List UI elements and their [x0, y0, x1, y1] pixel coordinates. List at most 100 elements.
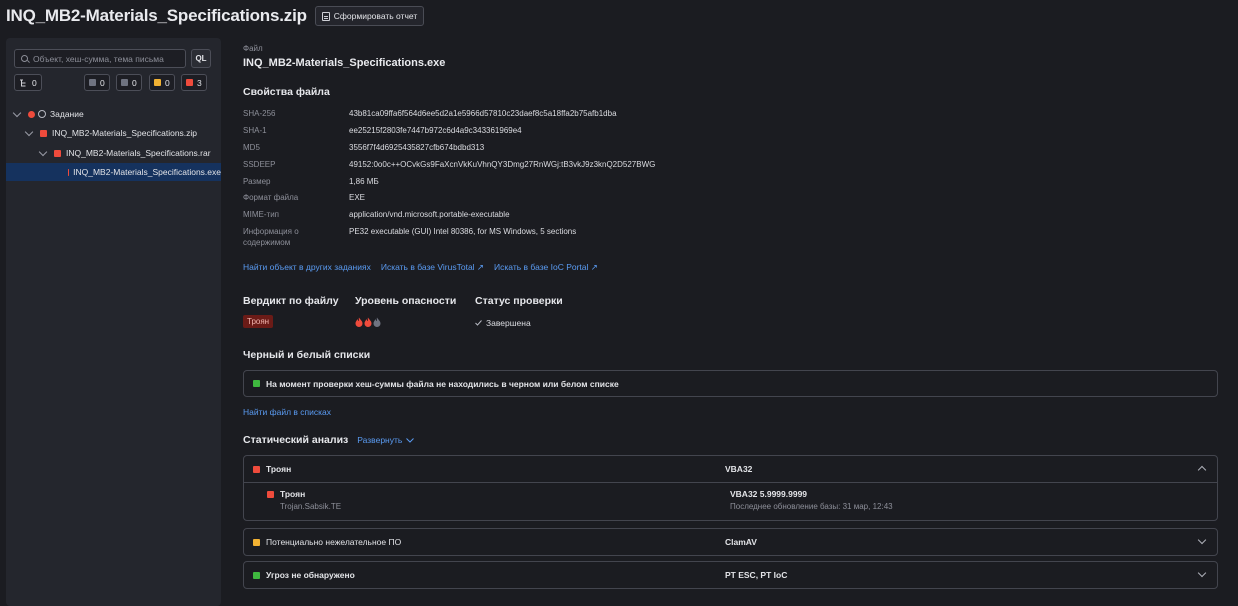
tree-item-exe[interactable]: INQ_MB2-Materials_Specifications.exe [6, 163, 221, 181]
prop-value: ee25215f2803fe7447b972c6d4a9c343361969e4 [349, 126, 522, 135]
static-analysis-title: Статический анализ [243, 434, 349, 446]
prop-row-ssdeep: SSDEEP 49152:0o0c++OCvkGs9FaXcnVkKuVhnQY… [243, 159, 655, 170]
find-in-lists-link[interactable]: Найти файл в списках [243, 407, 331, 417]
chip-count: 0 [165, 77, 170, 88]
filter-chip-yellow[interactable]: 0 [149, 74, 175, 91]
chevron-down-icon[interactable] [1197, 535, 1207, 545]
bw-message: На момент проверки хеш-суммы файла не на… [266, 378, 619, 389]
flame-icon [373, 317, 381, 327]
check-icon [475, 320, 482, 326]
engine-updated: Последнее обновление базы: 31 мар, 12:43 [730, 502, 893, 511]
chip-count: 0 [132, 77, 137, 88]
search-links: Найти объект в других заданиях Искать в … [243, 262, 598, 273]
engine-version: VBA32 5.9999.9999 [730, 489, 808, 499]
virustotal-link[interactable]: Искать в базе VirusTotal ↗ [381, 262, 484, 273]
ql-button[interactable]: QL [191, 49, 211, 68]
chevron-down-icon[interactable] [12, 108, 22, 117]
prop-value: 3556f7f4d6925435827cfb674bdbd313 [349, 143, 485, 152]
static-analysis-header: Статический анализ Развернуть [243, 434, 415, 446]
chip-count: 3 [197, 77, 202, 88]
green-square-icon [253, 571, 260, 579]
filter-chip-red[interactable]: 3 [181, 74, 207, 91]
prop-value: EXE [349, 193, 366, 202]
danger-level-title: Уровень опасности [355, 295, 457, 307]
static-item-clean: Угроз не обнаружено PT ESC, PT IoC [243, 561, 1218, 589]
accordion-header[interactable]: Угроз не обнаружено PT ESC, PT IoC [244, 562, 1217, 588]
bw-status-box: На момент проверки хеш-суммы файла не на… [243, 370, 1218, 397]
chip-count: 0 [100, 77, 105, 88]
search-box[interactable] [14, 49, 186, 68]
chip-count: 0 [32, 77, 37, 88]
filter-chip-tree[interactable]: 0 [14, 74, 42, 91]
detection-signature: Trojan.Sabsik.TE [280, 502, 342, 511]
generate-report-button[interactable]: Сформировать отчет [314, 6, 425, 26]
tree-item-zip[interactable]: INQ_MB2-Materials_Specifications.zip [6, 124, 221, 142]
gray-square-icon [121, 79, 128, 86]
red-square-icon [186, 79, 193, 86]
prop-value: application/vnd.microsoft.portable-execu… [349, 210, 510, 219]
verdict-badge: Троян [243, 315, 274, 328]
accordion-label: Троян [266, 464, 292, 474]
status-value-wrap: Завершена [475, 318, 531, 328]
search-input[interactable] [33, 53, 178, 64]
red-dot-icon [28, 110, 35, 118]
accordion-engine: PT ESC, PT IoC [725, 570, 788, 580]
prop-key: MD5 [243, 143, 260, 152]
accordion-body: Троян Trojan.Sabsik.TE VBA32 5.9999.9999… [244, 482, 1217, 520]
tree-item-label: INQ_MB2-Materials_Specifications.zip [52, 128, 198, 138]
green-square-icon [253, 380, 260, 387]
page-header: INQ_MB2-Materials_Specifications.zip Сфо… [6, 4, 425, 28]
search-icon [21, 55, 28, 62]
chevron-down-icon[interactable] [38, 147, 48, 156]
chevron-up-icon[interactable] [1197, 465, 1207, 475]
file-caption: Файл [243, 44, 263, 53]
properties-title: Свойства файла [243, 86, 330, 98]
filter-chip-gray[interactable]: 0 [84, 74, 110, 91]
prop-key: SSDEEP [243, 160, 276, 169]
chevron-down-icon[interactable] [1197, 568, 1207, 578]
tree-item-rar[interactable]: INQ_MB2-Materials_Specifications.rar [6, 144, 221, 162]
yellow-square-icon [154, 79, 161, 86]
prop-value: 43b81ca09ffa6f564d6ee5d2a1e5966d57810c23… [349, 109, 617, 118]
prop-row-md5: MD5 3556f7f4d6925435827cfb674bdbd313 [243, 142, 484, 153]
filter-chip-gray-2[interactable]: 0 [116, 74, 142, 91]
prop-value: 49152:0o0c++OCvkGs9FaXcnVkKuVhnQY3Dmg27R… [349, 160, 656, 169]
accordion-header[interactable]: Потенциально нежелательное ПО ClamAV [244, 529, 1217, 555]
flame-icon [364, 317, 372, 327]
prop-key: MIME-тип [243, 210, 280, 219]
ioc-portal-link[interactable]: Искать в базе IoC Portal ↗ [494, 262, 598, 273]
prop-key: Информация о содержимом [243, 227, 299, 247]
tree-item-label: INQ_MB2-Materials_Specifications.rar [66, 148, 211, 158]
gray-square-icon [89, 79, 96, 86]
find-in-other-tasks-link[interactable]: Найти объект в других заданиях [243, 262, 371, 273]
expand-button[interactable]: Развернуть [357, 435, 415, 445]
prop-row-size: Размер 1,86 МБ [243, 176, 379, 187]
chevron-down-icon[interactable] [24, 127, 34, 136]
circle-icon [38, 110, 46, 118]
document-icon [321, 11, 330, 21]
red-square-icon [267, 490, 274, 498]
yellow-square-icon [253, 538, 260, 546]
tree-item-label: Задание [50, 109, 84, 119]
status-title: Статус проверки [475, 295, 563, 307]
main-panel: Файл INQ_MB2-Materials_Specifications.ex… [243, 44, 1218, 589]
expand-label: Развернуть [357, 435, 403, 445]
verdict-title: Вердикт по файлу [243, 295, 339, 307]
prop-value: PE32 executable (GUI) Intel 80386, for M… [349, 227, 577, 236]
prop-row-sha256: SHA-256 43b81ca09ffa6f564d6ee5d2a1e5966d… [243, 108, 617, 119]
accordion-header[interactable]: Троян VBA32 [244, 456, 1217, 482]
accordion-label: Угроз не обнаружено [266, 570, 355, 580]
generate-report-label: Сформировать отчет [333, 11, 418, 21]
flame-icon [355, 317, 363, 327]
detection-name: Троян [280, 489, 306, 499]
bw-title: Черный и белый списки [243, 349, 371, 361]
prop-row-content-info: Информация о содержимом PE32 executable … [243, 226, 576, 248]
tree-icon [20, 79, 26, 86]
tree-item-task[interactable]: Задание [6, 105, 221, 123]
prop-row-format: Формат файла EXE [243, 192, 365, 203]
red-square-icon [54, 149, 61, 157]
static-item-trojan: Троян VBA32 Троян Trojan.Sabsik.TE VBA32… [243, 455, 1218, 521]
accordion-label: Потенциально нежелательное ПО [266, 537, 402, 547]
detection-name-row: Троян [267, 489, 305, 499]
red-square-icon [40, 129, 47, 137]
